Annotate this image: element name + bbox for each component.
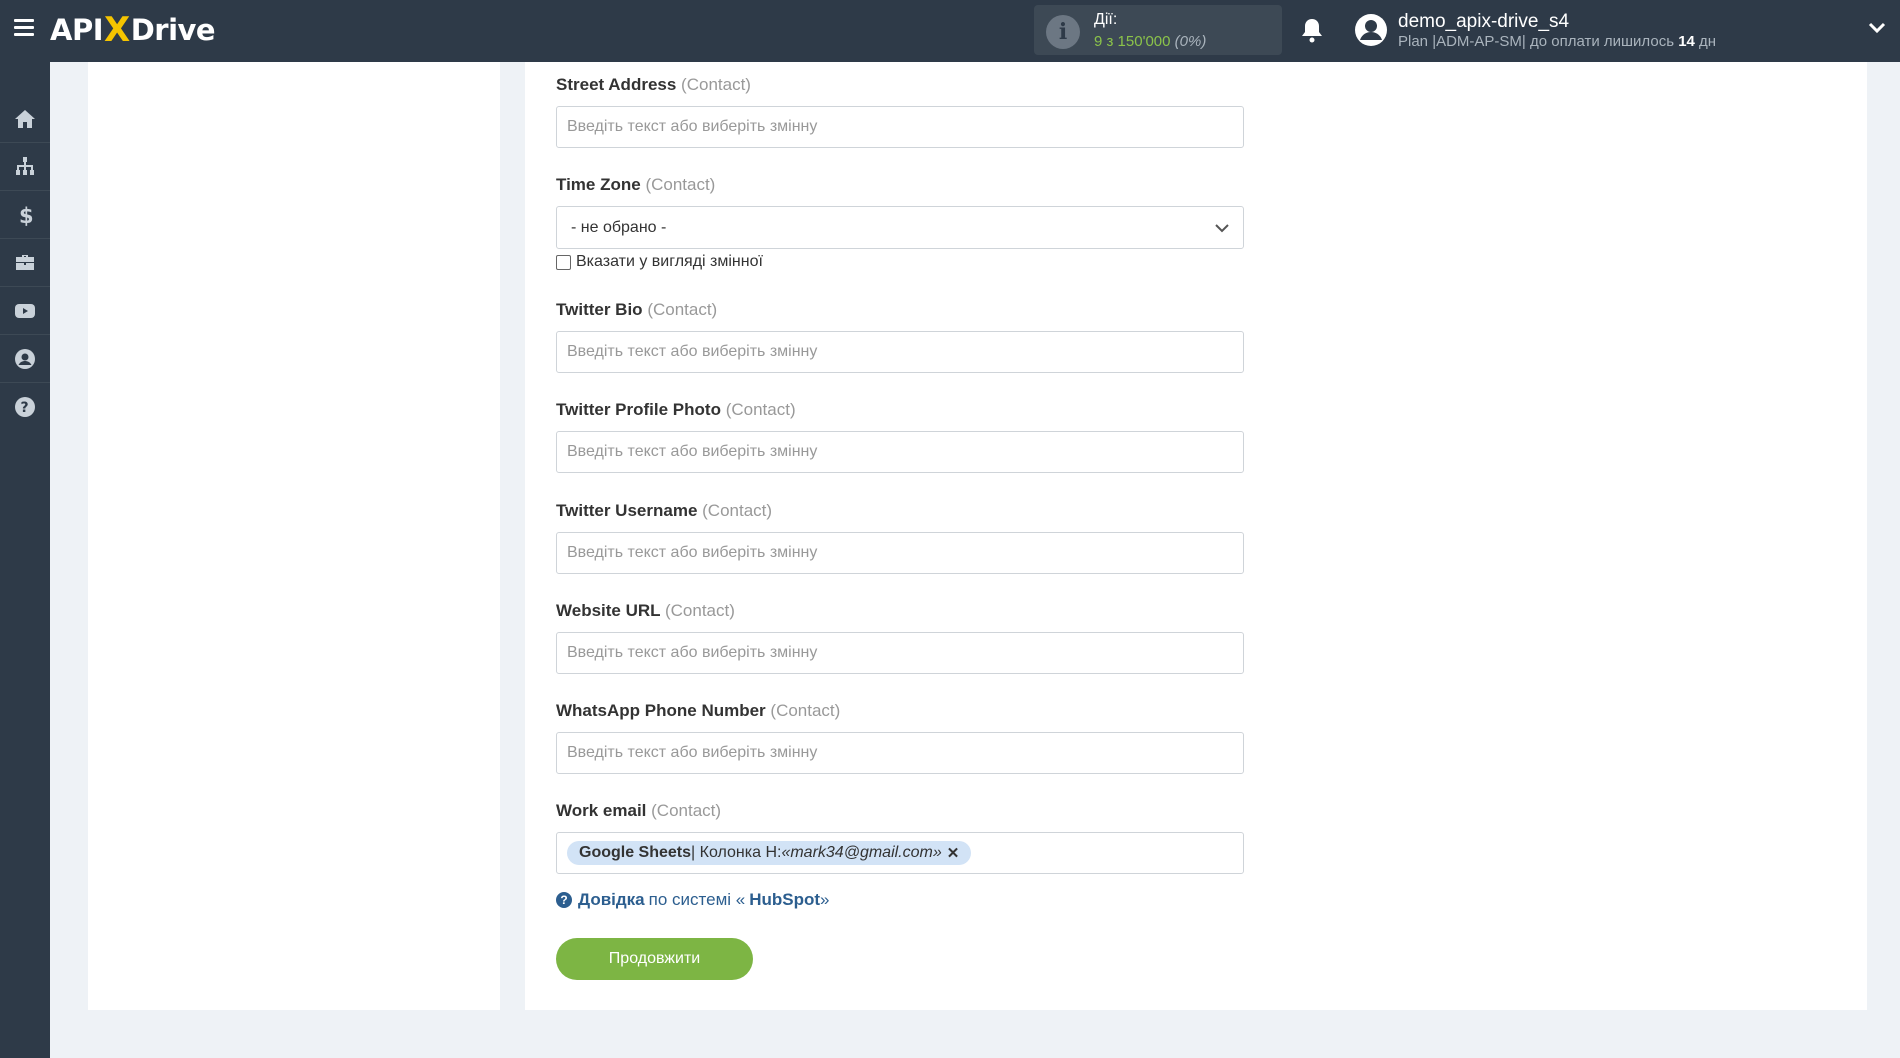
question-circle-icon: ? — [556, 892, 572, 908]
youtube-icon — [15, 304, 35, 318]
sitemap-icon — [16, 157, 34, 175]
actions-title: Дії: — [1094, 11, 1118, 28]
svg-text:?: ? — [21, 400, 29, 416]
variable-checkbox-row: Вказати у вигляді змінної — [556, 253, 1244, 271]
field-time-zone: Time Zone (Contact) - не обрано - Вказат… — [556, 175, 1244, 271]
field-label: Time Zone — [556, 175, 641, 194]
twitter-username-input[interactable] — [556, 532, 1244, 574]
field-street-address: Street Address (Contact) — [556, 75, 1244, 148]
help-link[interactable]: ? Довідка по системі «HubSpot» — [556, 890, 830, 910]
sidebar-item-billing[interactable]: $ — [0, 192, 50, 238]
field-twitter-profile-photo: Twitter Profile Photo (Contact) — [556, 400, 1244, 473]
street-address-input[interactable] — [556, 106, 1244, 148]
logo[interactable]: API X Drive — [50, 10, 216, 50]
home-icon — [15, 110, 35, 128]
field-twitter-username: Twitter Username (Contact) — [556, 501, 1244, 574]
actions-value: 9 з 150'000 (0%) — [1094, 33, 1207, 50]
info-icon: i — [1046, 15, 1080, 49]
bell-icon[interactable] — [1300, 17, 1324, 43]
field-label: Work email — [556, 801, 647, 820]
user-circle-icon — [15, 349, 35, 369]
field-twitter-bio: Twitter Bio (Contact) — [556, 300, 1244, 373]
field-label: Website URL — [556, 601, 661, 620]
twitter-bio-input[interactable] — [556, 331, 1244, 373]
work-email-input[interactable]: Google Sheets | Колонка H: «mark34@gmail… — [556, 832, 1244, 874]
dollar-icon: $ — [19, 204, 34, 227]
sidebar-item-home[interactable] — [0, 96, 50, 142]
field-label: Twitter Profile Photo — [556, 400, 721, 419]
chevron-down-icon[interactable] — [1868, 22, 1886, 34]
briefcase-icon — [16, 255, 34, 270]
field-label: Twitter Bio — [556, 300, 643, 319]
variable-tag[interactable]: Google Sheets | Колонка H: «mark34@gmail… — [567, 841, 972, 865]
sidebar-item-connections[interactable] — [0, 144, 50, 190]
sidebar-item-help[interactable]: ? — [0, 384, 50, 430]
sidebar: $ ? — [0, 62, 50, 1058]
whatsapp-phone-input[interactable] — [556, 732, 1244, 774]
field-label: Twitter Username — [556, 501, 698, 520]
close-icon[interactable]: ✕ — [947, 844, 960, 862]
user-name[interactable]: demo_apix-drive_s4 — [1398, 11, 1569, 33]
field-whatsapp-phone: WhatsApp Phone Number (Contact) — [556, 701, 1244, 774]
time-zone-select[interactable]: - не обрано - — [556, 206, 1244, 249]
sidebar-item-profile[interactable] — [0, 336, 50, 382]
variable-checkbox[interactable] — [556, 254, 571, 270]
actions-counter: i Дії: 9 з 150'000 (0%) — [1034, 5, 1282, 55]
top-bar: API X Drive i Дії: 9 з 150'000 (0%) demo_a… — [0, 0, 1900, 62]
left-panel — [88, 62, 500, 1010]
field-label: Street Address — [556, 75, 677, 94]
svg-text:$: $ — [19, 204, 34, 227]
field-website-url: Website URL (Contact) — [556, 601, 1244, 674]
sidebar-item-videos[interactable] — [0, 288, 50, 334]
question-circle-icon: ? — [15, 397, 35, 417]
field-label: WhatsApp Phone Number — [556, 701, 766, 720]
continue-button[interactable]: Продовжити — [556, 938, 753, 980]
field-work-email: Work email (Contact) Google Sheets | Кол… — [556, 801, 1244, 874]
menu-icon[interactable] — [14, 19, 34, 37]
sidebar-item-tools[interactable] — [0, 240, 50, 286]
website-url-input[interactable] — [556, 632, 1244, 674]
plan-info: Plan |ADM-AP-SM| до оплати лишилось 14 д… — [1398, 33, 1717, 50]
avatar[interactable] — [1354, 13, 1388, 47]
twitter-profile-photo-input[interactable] — [556, 431, 1244, 473]
chevron-down-icon — [1215, 224, 1229, 233]
